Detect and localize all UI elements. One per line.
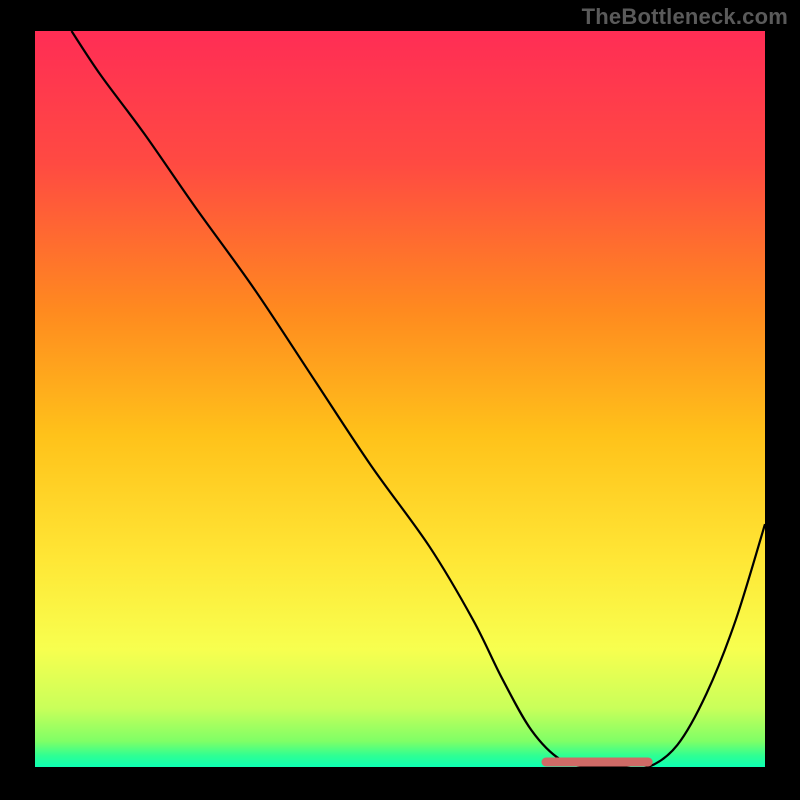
gradient-background — [35, 31, 765, 767]
chart-frame: TheBottleneck.com — [0, 0, 800, 800]
watermark-text: TheBottleneck.com — [582, 4, 788, 30]
bottleneck-chart — [0, 0, 800, 800]
